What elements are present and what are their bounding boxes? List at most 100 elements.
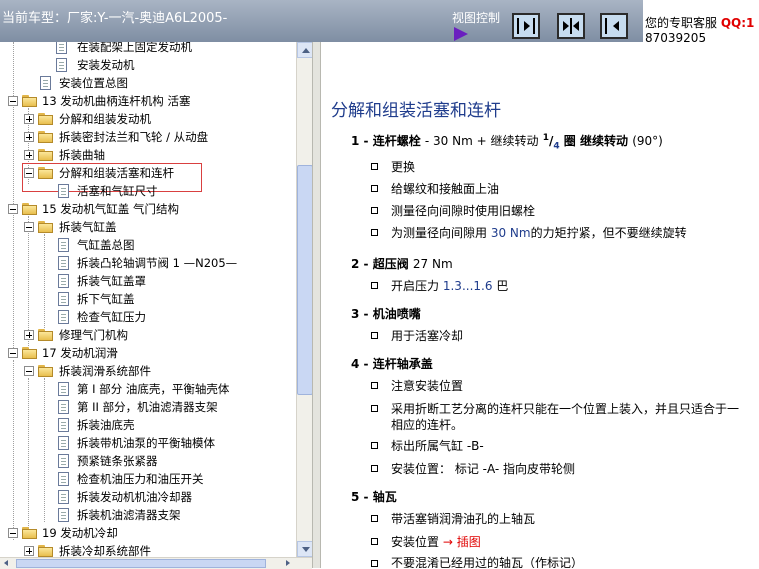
list-item: 标出所属气缸 -B- bbox=[391, 439, 484, 453]
document-icon bbox=[58, 436, 69, 450]
arrow-up-icon bbox=[302, 48, 310, 53]
service-label: 您的专职客服 bbox=[645, 16, 718, 30]
collapse-icon[interactable] bbox=[24, 168, 34, 178]
bullet-icon bbox=[371, 405, 378, 412]
folder-icon bbox=[38, 221, 54, 233]
collapse-icon[interactable] bbox=[8, 528, 18, 538]
list-item: 安装位置： 标记 -A- 指向皮带轮侧 bbox=[391, 462, 576, 476]
collapse-icon[interactable] bbox=[8, 96, 18, 106]
document-icon bbox=[40, 76, 51, 90]
step-3: 3 - 机油喷嘴 bbox=[351, 307, 421, 321]
folder-icon bbox=[22, 527, 38, 539]
pane-splitter[interactable] bbox=[312, 42, 321, 568]
list-item-continued: 相应的连杆。 bbox=[391, 418, 464, 432]
arrow-left-icon bbox=[573, 21, 579, 31]
folder-icon bbox=[38, 329, 54, 341]
expand-icon[interactable] bbox=[24, 546, 34, 556]
list-item: 开启压力 1.3...1.6 巴 bbox=[391, 279, 509, 293]
folder-icon bbox=[22, 203, 38, 215]
folder-open-icon bbox=[38, 167, 54, 179]
expand-icon[interactable] bbox=[24, 150, 34, 160]
step-5: 5 - 轴瓦 bbox=[351, 490, 397, 504]
list-item: 不要混淆已经用过的轴瓦（作标记） bbox=[391, 556, 584, 568]
folder-icon bbox=[38, 131, 54, 143]
collapse-icon[interactable] bbox=[8, 204, 18, 214]
step-1: 1 - 连杆螺栓 - 30 Nm + 继续转动 1/4 圈 继续转动 (90°) bbox=[351, 133, 663, 152]
step-4: 4 - 连杆轴承盖 bbox=[351, 357, 433, 371]
collapse-icon[interactable] bbox=[24, 366, 34, 376]
customer-service-panel: 您的专职客服 QQ:1 87039205 bbox=[643, 0, 759, 45]
horizontal-scroll-thumb[interactable] bbox=[16, 559, 266, 568]
bullet-icon bbox=[371, 538, 378, 545]
folder-icon bbox=[38, 545, 54, 557]
document-icon bbox=[58, 382, 69, 396]
expand-icon[interactable] bbox=[24, 132, 34, 142]
view-control-label: 视图控制 bbox=[452, 11, 501, 25]
bullet-icon bbox=[371, 282, 378, 289]
list-item: 注意安装位置 bbox=[391, 379, 464, 393]
arrow-down-icon bbox=[302, 547, 310, 552]
document-icon bbox=[58, 274, 69, 288]
list-item: 更换 bbox=[391, 160, 416, 174]
split-view-button[interactable] bbox=[557, 13, 585, 39]
bullet-icon bbox=[371, 465, 378, 472]
arrow-right-icon bbox=[563, 21, 569, 31]
tree-vertical-scrollbar[interactable] bbox=[296, 42, 313, 557]
play-icon[interactable] bbox=[454, 27, 468, 41]
document-icon bbox=[58, 238, 69, 252]
list-item: 给螺纹和接触面上油 bbox=[391, 182, 500, 196]
current-car-model: 当前车型：厂家:Y-一汽-奥迪A6L2005- bbox=[2, 11, 228, 26]
collapse-icon[interactable] bbox=[24, 222, 34, 232]
service-qq-link[interactable]: QQ:1 bbox=[721, 16, 755, 30]
list-item: 安装位置 → 插图 bbox=[391, 535, 481, 549]
list-item: 采用折断工艺分离的连杆只能在一个位置上装入，并且只适合于一 bbox=[391, 402, 740, 416]
folder-icon bbox=[38, 149, 54, 161]
page-title: 分解和组装活塞和连杆 bbox=[331, 101, 501, 121]
document-icon bbox=[56, 42, 67, 54]
bullet-icon bbox=[371, 442, 378, 449]
document-icon bbox=[58, 184, 69, 198]
expand-icon[interactable] bbox=[24, 114, 34, 124]
arrow-right-icon[interactable] bbox=[286, 560, 290, 566]
list-item: 测量径向间隙时使用旧螺栓 bbox=[391, 204, 536, 218]
bullet-icon bbox=[371, 163, 378, 170]
content-pane: 分解和组装活塞和连杆 1 - 连杆螺栓 - 30 Nm + 继续转动 1/4 圈… bbox=[321, 42, 759, 568]
top-toolbar: 当前车型：厂家:Y-一汽-奥迪A6L2005- 视图控制 您的专职客服 QQ:1… bbox=[0, 0, 759, 45]
document-icon bbox=[58, 400, 69, 414]
tree-horizontal-scrollbar[interactable] bbox=[0, 557, 312, 569]
folder-icon bbox=[22, 347, 38, 359]
arrow-left-icon bbox=[613, 21, 619, 31]
navigation-tree: 在装配架上固定发动机 安装发动机 安装位置总图 13 发动机曲柄连杆机构 活塞 … bbox=[0, 42, 296, 557]
folder-icon bbox=[38, 365, 54, 377]
arrow-left-icon[interactable] bbox=[4, 560, 8, 566]
list-item: 带活塞销润滑油孔的上轴瓦 bbox=[391, 512, 536, 526]
arrow-right-icon bbox=[524, 21, 530, 31]
document-icon bbox=[58, 490, 69, 504]
collapse-right-button[interactable] bbox=[600, 13, 628, 39]
bullet-icon bbox=[371, 229, 378, 236]
folder-icon bbox=[22, 95, 38, 107]
document-icon bbox=[58, 310, 69, 324]
list-item: 用于活塞冷却 bbox=[391, 329, 464, 343]
document-icon bbox=[58, 472, 69, 486]
bullet-icon bbox=[371, 185, 378, 192]
bullet-icon bbox=[371, 515, 378, 522]
document-icon bbox=[58, 454, 69, 468]
document-icon bbox=[58, 508, 69, 522]
bullet-icon bbox=[371, 382, 378, 389]
scroll-thumb[interactable] bbox=[297, 165, 313, 395]
folder-icon bbox=[38, 113, 54, 125]
bullet-icon bbox=[371, 332, 378, 339]
scroll-up-button[interactable] bbox=[297, 42, 313, 58]
scroll-down-button[interactable] bbox=[297, 541, 313, 557]
bullet-icon bbox=[371, 560, 378, 567]
expand-icon[interactable] bbox=[24, 330, 34, 340]
illustration-link[interactable]: → 插图 bbox=[443, 535, 481, 549]
bullet-icon bbox=[371, 207, 378, 214]
document-icon bbox=[58, 256, 69, 270]
step-2: 2 - 超压阀 27 Nm bbox=[351, 257, 453, 271]
document-icon bbox=[56, 58, 67, 72]
document-icon bbox=[58, 418, 69, 432]
collapse-left-button[interactable] bbox=[512, 13, 540, 39]
collapse-icon[interactable] bbox=[8, 348, 18, 358]
